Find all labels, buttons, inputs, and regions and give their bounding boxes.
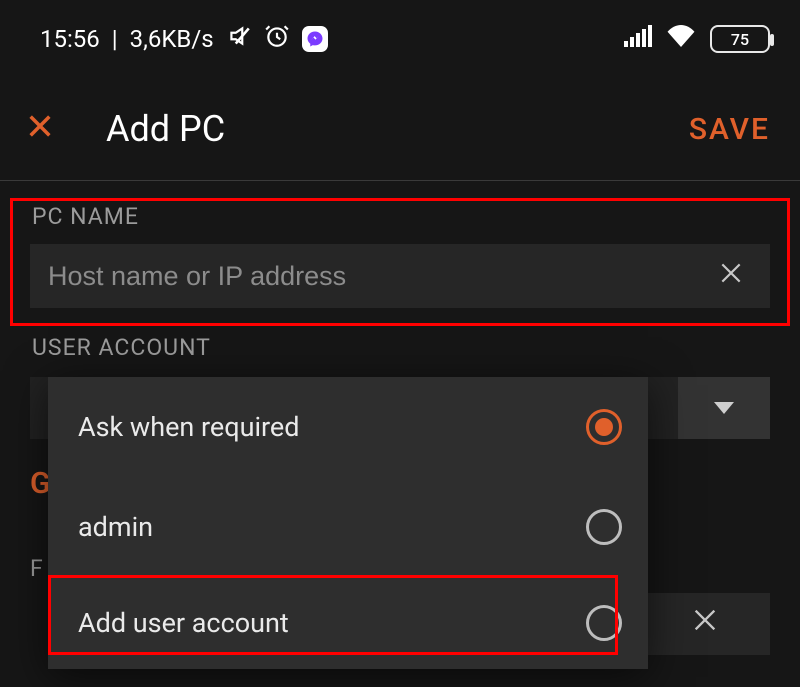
pc-name-label: PC NAME [30,181,770,244]
dropdown-caret-button[interactable] [678,377,770,439]
obscured-text-f: F [30,555,43,582]
option-add-user-account[interactable]: Add user account [48,577,648,669]
mute-icon [226,23,252,55]
option-label: Ask when required [78,411,299,443]
pc-name-input[interactable] [48,261,712,292]
status-bar: 15:56 | 3,6KB/s 75 [0,0,800,78]
app-header: Add PC SAVE [0,78,800,180]
option-label: admin [78,511,153,543]
radio-selected-icon [586,409,622,445]
close-button[interactable] [26,109,54,149]
option-admin[interactable]: admin [48,477,648,577]
battery-percent: 75 [731,30,749,49]
user-account-label: USER ACCOUNT [30,328,770,377]
status-speed: 3,6KB/s [130,25,214,53]
status-sep: | [112,25,118,53]
clear-friendly-name-button[interactable] [691,606,719,642]
clear-pc-name-button[interactable] [712,254,750,299]
status-time: 15:56 [40,25,100,53]
option-ask-when-required[interactable]: Ask when required [48,377,648,477]
pc-name-row [30,244,770,308]
save-button[interactable]: SAVE [689,112,770,147]
signal-icon [624,25,652,53]
wifi-icon [666,25,696,53]
battery-indicator: 75 [710,25,770,53]
radio-unselected-icon [586,509,622,545]
messenger-icon [302,26,328,52]
friendly-name-row-partial [640,593,770,655]
option-label: Add user account [78,607,289,639]
page-title: Add PC [106,108,225,150]
alarm-icon [264,23,290,55]
radio-unselected-icon [586,605,622,641]
user-account-dropdown: Ask when required admin Add user account [48,377,648,669]
content-area: PC NAME USER ACCOUNT [0,181,800,377]
